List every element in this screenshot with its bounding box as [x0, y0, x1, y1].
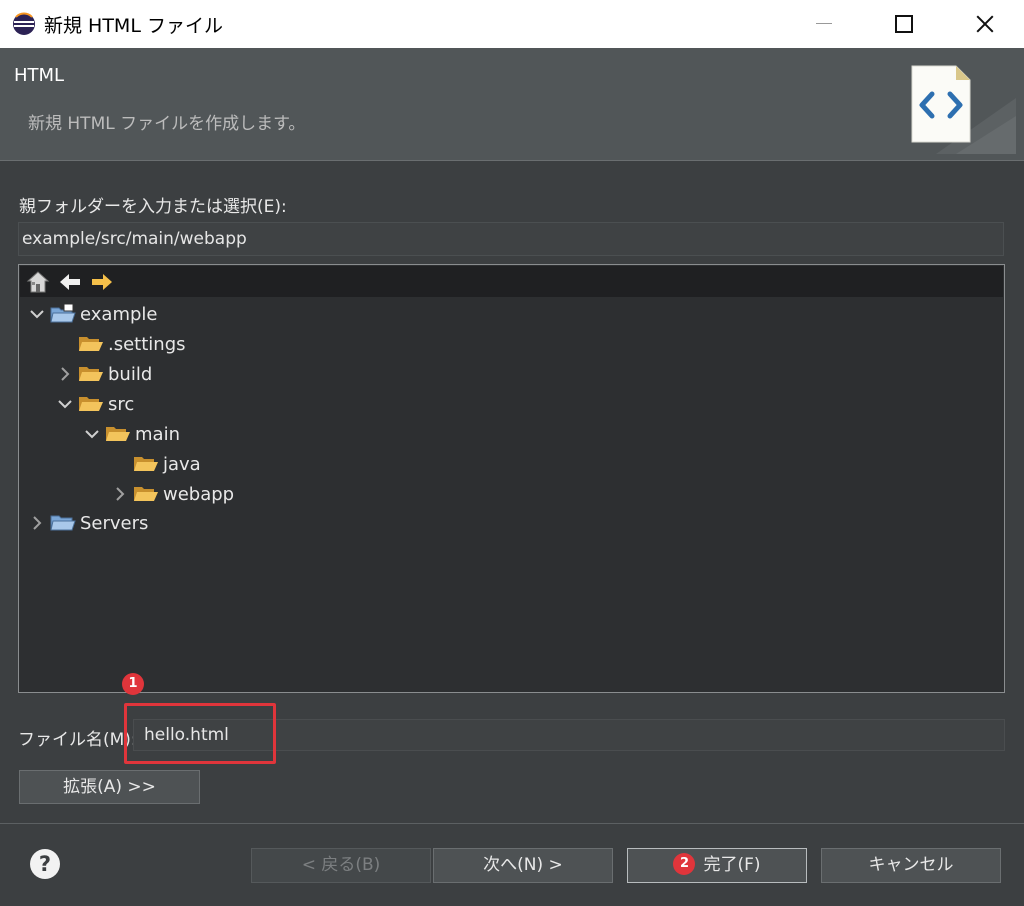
parent-folder-label: 親フォルダーを入力または選択(E): [19, 197, 287, 217]
tree-item-label: webapp [163, 483, 235, 505]
folder-icon [134, 487, 158, 501]
folder-icon [79, 397, 103, 411]
tree-item-settings[interactable]: .settings [56, 330, 186, 358]
tree-item-main[interactable]: main [83, 420, 180, 448]
eclipse-icon [13, 12, 35, 35]
wizard-banner: HTML 新規 HTML ファイルを作成します。 [0, 48, 1024, 161]
tree-item-label: example [80, 303, 158, 325]
home-icon[interactable] [26, 270, 50, 294]
svg-text:?: ? [39, 852, 51, 876]
tree-item-label: java [163, 453, 201, 475]
tree-item-build[interactable]: build [56, 360, 152, 388]
folder-icon [79, 367, 103, 381]
cancel-button[interactable]: キャンセル [821, 848, 1001, 883]
back-arrow-icon[interactable] [58, 270, 82, 294]
tree-item-label: src [108, 393, 135, 415]
annotation-badge-1: 1 [122, 673, 144, 695]
separator [0, 823, 1024, 824]
tree-item-label: build [108, 363, 153, 385]
annotation-highlight-box [124, 703, 276, 764]
help-icon[interactable]: ? [29, 848, 61, 880]
chevron-right-icon[interactable] [56, 365, 74, 383]
folder-icon [106, 427, 130, 441]
tree-item-webapp[interactable]: webapp [111, 480, 234, 508]
window-title: 新規 HTML ファイル [44, 15, 223, 37]
tree-item-java[interactable]: java [111, 450, 201, 478]
html-file-icon [911, 65, 1016, 154]
back-button[interactable]: < 戻る(B) [251, 848, 431, 883]
tree-item-src[interactable]: src [56, 390, 134, 418]
maximize-button[interactable] [870, 0, 938, 48]
close-button[interactable] [950, 0, 1018, 48]
finish-button-label: 完了(F) [703, 855, 761, 875]
parent-folder-input[interactable]: example/src/main/webapp [18, 222, 1004, 256]
project-folder-icon [50, 304, 76, 323]
chevron-down-icon[interactable] [83, 425, 101, 443]
advanced-button[interactable]: 拡張(A) >> [19, 770, 200, 804]
tree-toolbar [20, 266, 1003, 297]
folder-icon [134, 457, 158, 471]
title-bar: 新規 HTML ファイル [0, 0, 1024, 49]
forward-arrow-icon[interactable] [90, 270, 114, 294]
file-name-label: ファイル名(M): [18, 730, 137, 750]
chevron-down-icon[interactable] [28, 305, 46, 323]
tree-item-label: main [135, 423, 180, 445]
folder-icon [79, 337, 103, 351]
tree-item-label: Servers [80, 512, 149, 534]
tree-item-example[interactable]: example [28, 300, 157, 328]
finish-button[interactable]: 2 完了(F) [627, 848, 807, 883]
banner-description: 新規 HTML ファイルを作成します。 [28, 114, 306, 134]
chevron-down-icon[interactable] [56, 395, 74, 413]
tree-item-servers[interactable]: Servers [28, 509, 148, 537]
next-button[interactable]: 次へ(N) > [433, 848, 613, 883]
tree-item-label: .settings [108, 333, 186, 355]
chevron-right-icon[interactable] [28, 514, 46, 532]
chevron-right-icon[interactable] [111, 485, 129, 503]
minimize-button[interactable] [790, 0, 858, 48]
banner-title: HTML [14, 65, 65, 86]
project-folder-icon [50, 515, 76, 531]
folder-tree[interactable]: example .settings build src main java we… [18, 264, 1005, 693]
annotation-badge-2: 2 [673, 853, 696, 875]
